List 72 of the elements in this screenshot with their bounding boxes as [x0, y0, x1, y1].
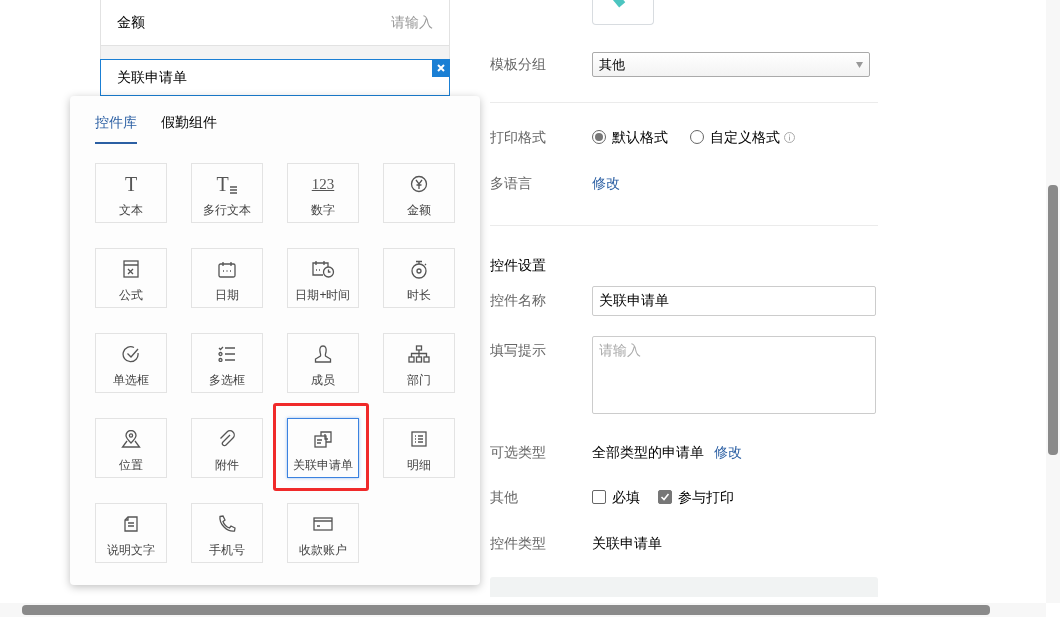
control-tile[interactable]: 部门 — [383, 333, 455, 393]
control-tile[interactable]: 明细 — [383, 418, 455, 478]
edit-link[interactable]: 修改 — [714, 441, 742, 463]
formula-icon — [123, 260, 139, 278]
document-icon — [124, 516, 138, 532]
control-tile[interactable]: 单选框 — [95, 333, 167, 393]
setting-label: 多语言 — [490, 173, 533, 193]
field-placeholder: 请输入 — [391, 13, 433, 32]
info-icon[interactable] — [784, 131, 795, 143]
text-glyph: T — [216, 174, 229, 194]
section-title: 控件设置 — [490, 255, 546, 275]
paperclip-icon — [218, 430, 236, 448]
text-glyph: T — [124, 174, 138, 194]
palette-tab[interactable]: 假勤组件 — [161, 112, 217, 144]
list-box-icon — [411, 431, 427, 447]
form-field[interactable]: 关联申请单 — [100, 59, 450, 96]
check-circle-icon — [122, 345, 140, 363]
image-thumbnail — [592, 0, 654, 25]
setting-value: 关联申请单 — [592, 533, 662, 553]
yen-coin-icon — [410, 175, 428, 193]
setting-label: 模板分组 — [490, 55, 547, 74]
radio-option[interactable]: 自定义格式 — [690, 126, 780, 148]
setting-label: 可选类型 — [490, 442, 547, 462]
control-tile[interactable]: 日期 — [191, 248, 263, 308]
calendar-icon — [218, 260, 236, 278]
setting-label: 其他 — [490, 487, 519, 507]
setting-label: 打印格式 — [490, 127, 547, 147]
close-icon[interactable] — [432, 59, 450, 77]
control-tile[interactable]: 位置 — [95, 418, 167, 478]
control-tile[interactable]: T 文本 — [95, 163, 167, 223]
hint-textarea[interactable]: 请输入 — [592, 336, 876, 414]
field-label: 关联申请单 — [117, 68, 187, 87]
phone-icon — [218, 515, 236, 533]
setting-value: 全部类型的申请单 — [592, 442, 704, 462]
checklist-icon — [218, 346, 236, 362]
radio-option[interactable]: 默认格式 — [592, 126, 668, 148]
control-tile[interactable]: 收款账户 — [287, 503, 359, 563]
control-tile[interactable]: 说明文字 — [95, 503, 167, 563]
field-label: 金额 — [117, 13, 145, 32]
checkbox-option[interactable]: 必填 — [592, 486, 640, 508]
control-tile[interactable]: 多选框 — [191, 333, 263, 393]
control-tile[interactable]: 成员 — [287, 333, 359, 393]
setting-label: 填写提示 — [490, 341, 547, 360]
number-glyph: 123 — [311, 175, 335, 193]
org-chart-icon — [408, 345, 430, 363]
control-tile[interactable]: 日期+时间 — [287, 248, 359, 308]
control-tile[interactable]: 金额 — [383, 163, 455, 223]
control-tile[interactable]: 手机号 — [191, 503, 263, 563]
vertical-scrollbar[interactable] — [1046, 0, 1060, 603]
control-tile[interactable]: 123 数字 — [287, 163, 359, 223]
card-icon — [313, 517, 333, 531]
map-pin-icon — [121, 430, 141, 448]
stopwatch-icon — [410, 259, 428, 279]
lines-icon — [229, 184, 238, 194]
checkmark-icon — [660, 492, 670, 502]
setting-label: 控件类型 — [490, 533, 547, 553]
checkbox-option[interactable]: 参与打印 — [658, 486, 734, 508]
setting-label: 控件名称 — [490, 291, 547, 310]
group-dropdown[interactable]: 其他 — [592, 52, 870, 77]
control-tile[interactable]: 时长 — [383, 248, 455, 308]
control-tile[interactable]: 附件 — [191, 418, 263, 478]
horizontal-scrollbar[interactable] — [0, 603, 1046, 617]
name-input[interactable]: 关联申请单 — [592, 286, 876, 316]
edit-link[interactable]: 修改 — [592, 172, 620, 194]
linked-document-icon — [314, 430, 332, 448]
control-tile[interactable]: 关联申请单 — [287, 418, 359, 478]
calendar-clock-icon — [311, 260, 335, 278]
control-tile[interactable]: T 多行文本 — [191, 163, 263, 223]
control-tile[interactable]: 公式 — [95, 248, 167, 308]
person-icon — [314, 345, 332, 363]
dropdown-caret-icon — [856, 61, 863, 68]
palette-tab[interactable]: 控件库 — [95, 112, 137, 144]
